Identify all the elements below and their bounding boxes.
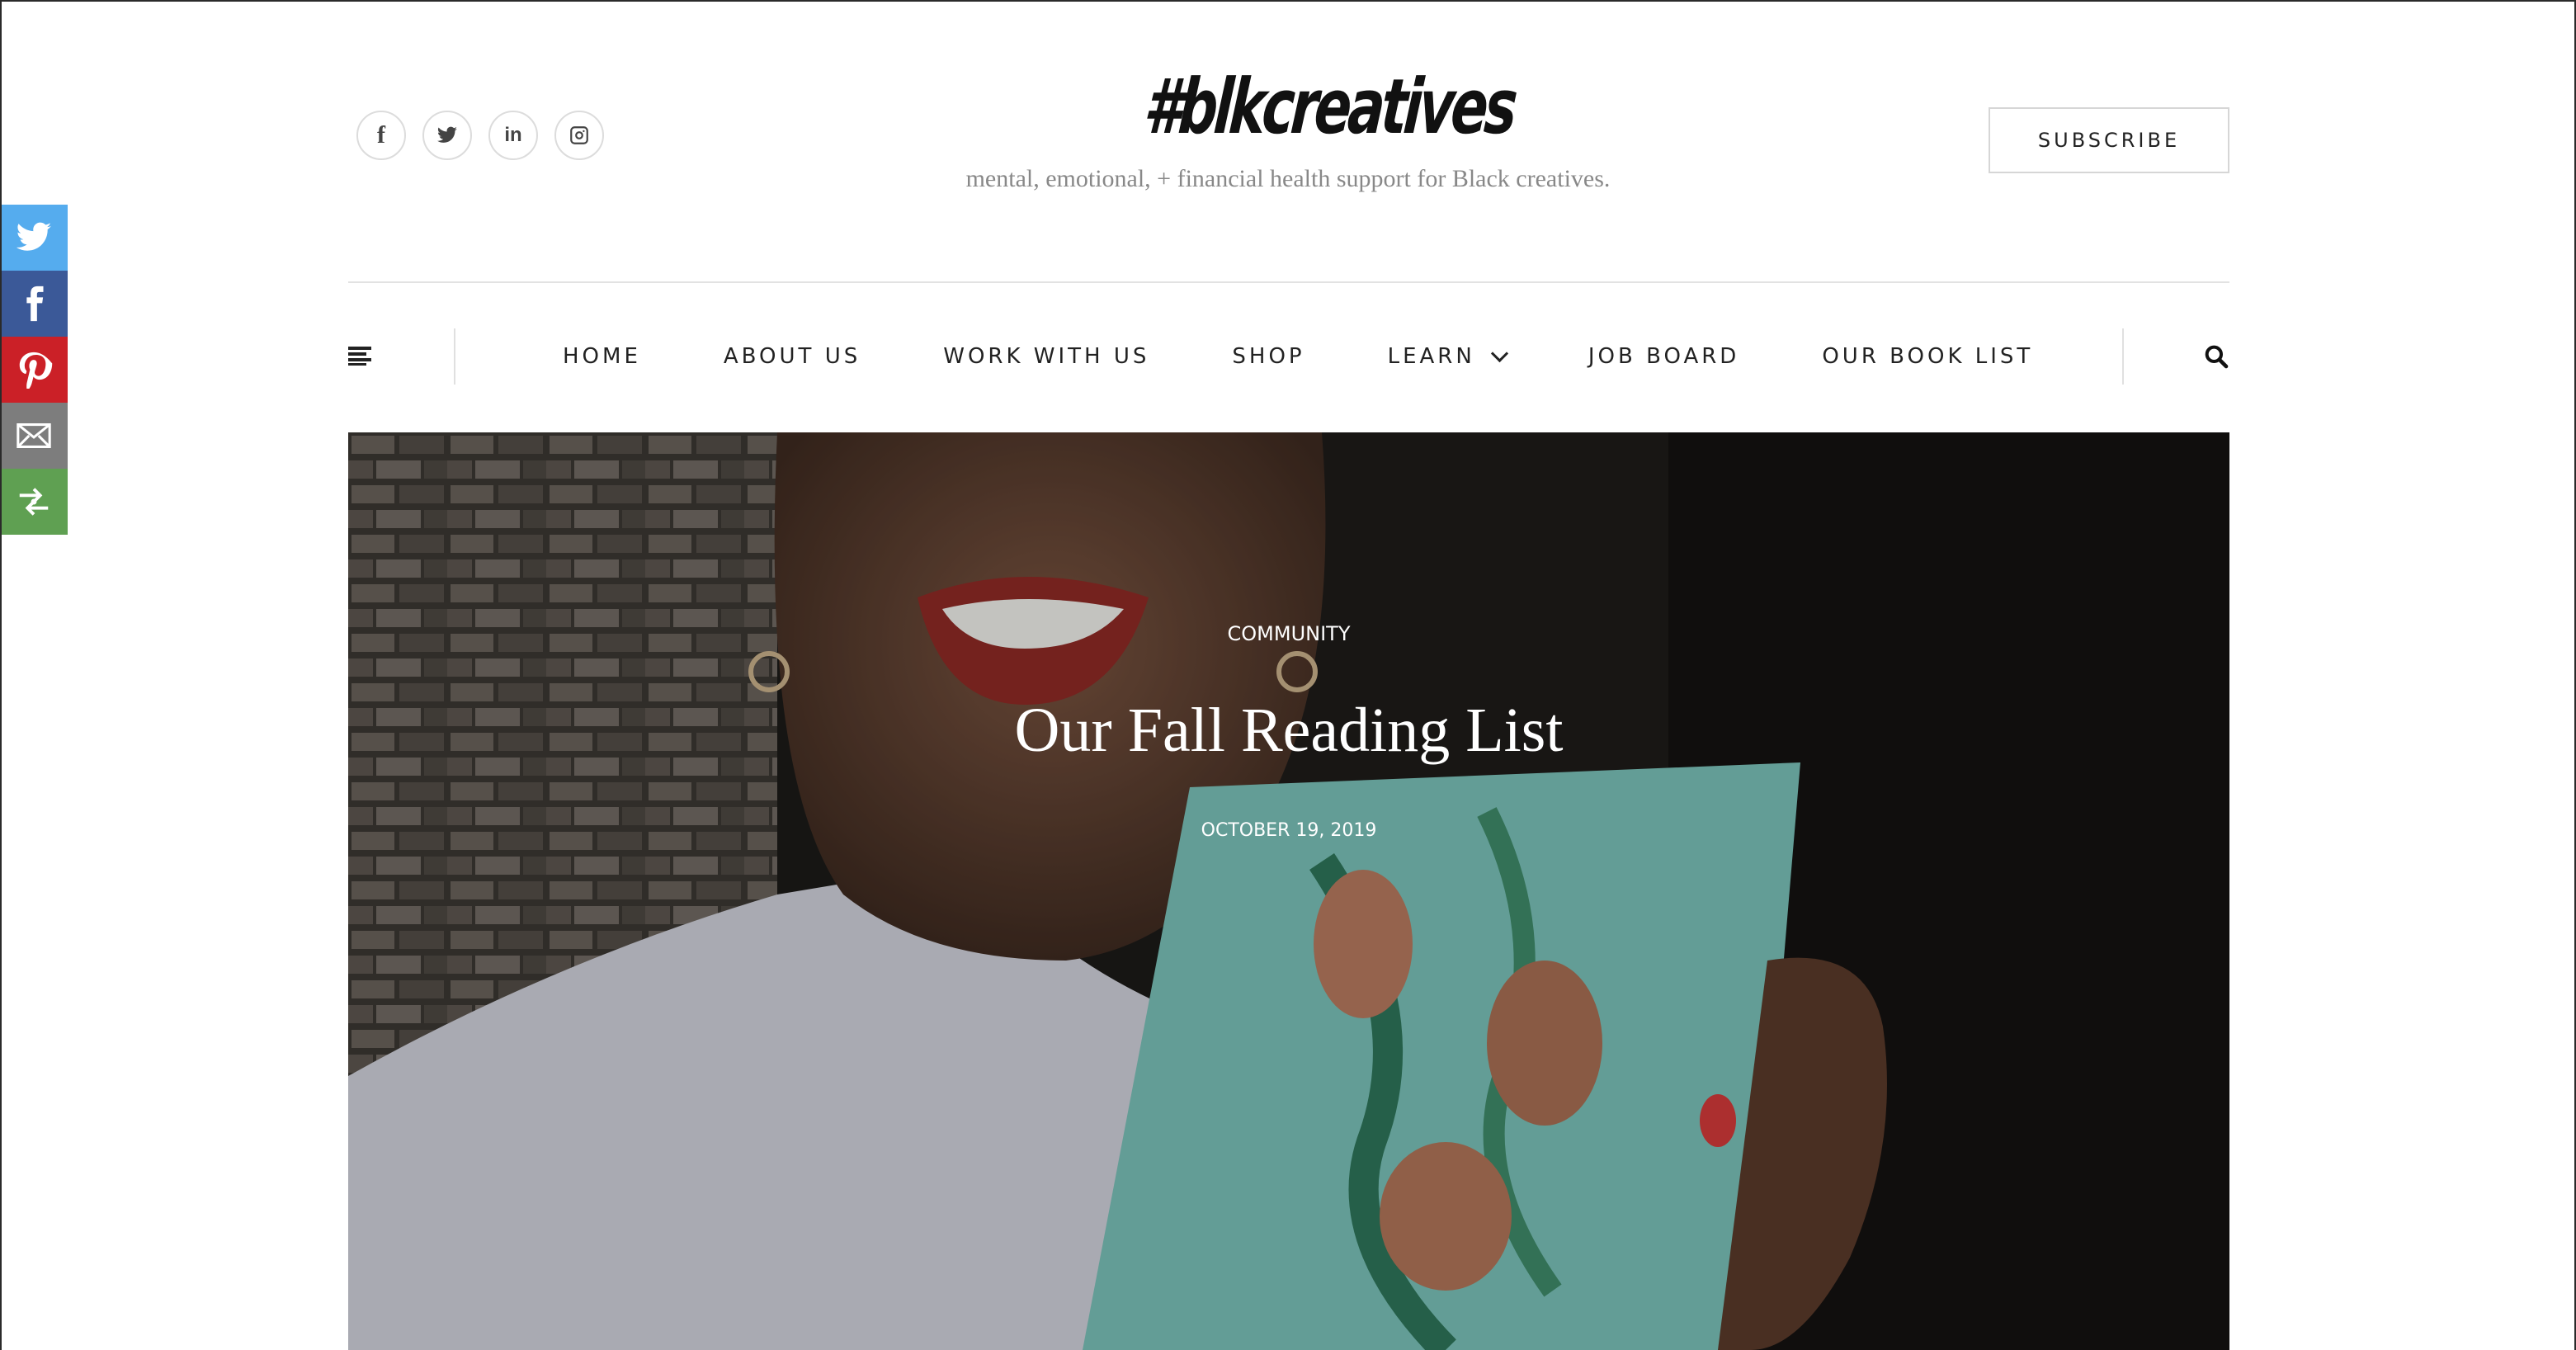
- nav-separator: [454, 328, 455, 385]
- hero-overlay: [348, 432, 2229, 1350]
- social-links: f in: [356, 111, 604, 160]
- nav-item-shop[interactable]: SHOP: [1232, 344, 1305, 369]
- nav-item-about-us[interactable]: ABOUT US: [724, 344, 861, 369]
- nav-items: HOME ABOUT US WORK WITH US SHOP LEARN JO…: [563, 328, 2033, 385]
- header-divider: [348, 281, 2229, 283]
- twitter-share-icon[interactable]: [0, 205, 68, 271]
- hero-banner[interactable]: COMMUNITY Our Fall Reading List OCTOBER …: [348, 432, 2229, 1350]
- facebook-icon[interactable]: f: [356, 111, 406, 160]
- share-bar: [0, 205, 68, 535]
- nav-item-learn-label: LEARN: [1387, 344, 1475, 369]
- post-date: OCTOBER 19, 2019: [1201, 820, 1377, 841]
- nav-item-job-board[interactable]: JOB BOARD: [1588, 344, 1740, 369]
- site-tagline: mental, emotional, + financial health su…: [965, 165, 1611, 192]
- pinterest-share-icon[interactable]: [0, 337, 68, 403]
- nav-item-home[interactable]: HOME: [563, 344, 641, 369]
- instagram-icon[interactable]: [554, 111, 604, 160]
- main-nav: HOME ABOUT US WORK WITH US SHOP LEARN JO…: [348, 328, 2229, 385]
- logo-text: #blkcreatives: [1141, 63, 1517, 151]
- nav-separator: [2122, 328, 2124, 385]
- twitter-icon[interactable]: [422, 111, 472, 160]
- menu-icon[interactable]: [348, 347, 371, 366]
- post-category[interactable]: COMMUNITY: [348, 622, 2229, 645]
- facebook-glyph: f: [377, 121, 385, 149]
- linkedin-icon[interactable]: in: [488, 111, 538, 160]
- nav-item-our-book-list[interactable]: OUR BOOK LIST: [1822, 344, 2033, 369]
- site-logo[interactable]: #blkcreatives: [1073, 63, 1517, 151]
- email-share-icon[interactable]: [0, 403, 68, 469]
- facebook-share-icon[interactable]: [0, 271, 68, 337]
- nav-item-learn[interactable]: LEARN: [1387, 344, 1508, 369]
- chevron-down-icon: [1490, 344, 1508, 362]
- nav-item-work-with-us[interactable]: WORK WITH US: [943, 344, 1149, 369]
- post-title[interactable]: Our Fall Reading List: [348, 695, 2229, 767]
- search-icon[interactable]: [2203, 343, 2229, 370]
- more-share-icon[interactable]: [0, 469, 68, 535]
- subscribe-button[interactable]: SUBSCRIBE: [1989, 107, 2229, 173]
- linkedin-glyph: in: [504, 124, 522, 146]
